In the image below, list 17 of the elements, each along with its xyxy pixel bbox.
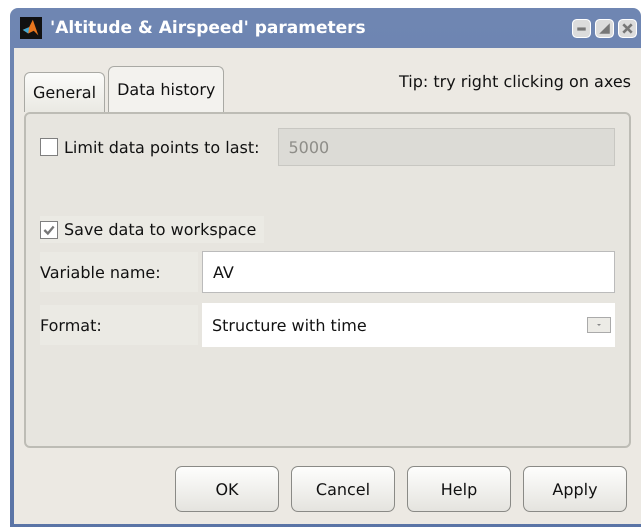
dialog-button[interactable]: Apply [523, 466, 627, 512]
format-label: Format: [40, 305, 198, 345]
dialog-button[interactable]: OK [175, 466, 279, 512]
variable-name-field[interactable]: AV [202, 251, 615, 293]
window-title: 'Altitude & Airspeed' parameters [50, 18, 367, 38]
tab[interactable]: General [24, 72, 106, 112]
close-icon[interactable] [618, 18, 637, 38]
format-dropdown[interactable]: Structure with time [202, 303, 615, 347]
save-checkbox[interactable]: Save data to workspace [40, 216, 264, 243]
tab[interactable]: Data history [108, 66, 224, 112]
dialog-button[interactable]: Help [407, 466, 511, 512]
app-logo-icon [20, 17, 42, 39]
variable-name-label: Variable name: [40, 252, 198, 292]
maximize-icon[interactable] [595, 18, 614, 38]
minimize-icon[interactable] [572, 18, 591, 38]
tip-text: Tip: try right clicking on axes [399, 72, 631, 91]
dialog-button[interactable]: Cancel [291, 466, 395, 512]
